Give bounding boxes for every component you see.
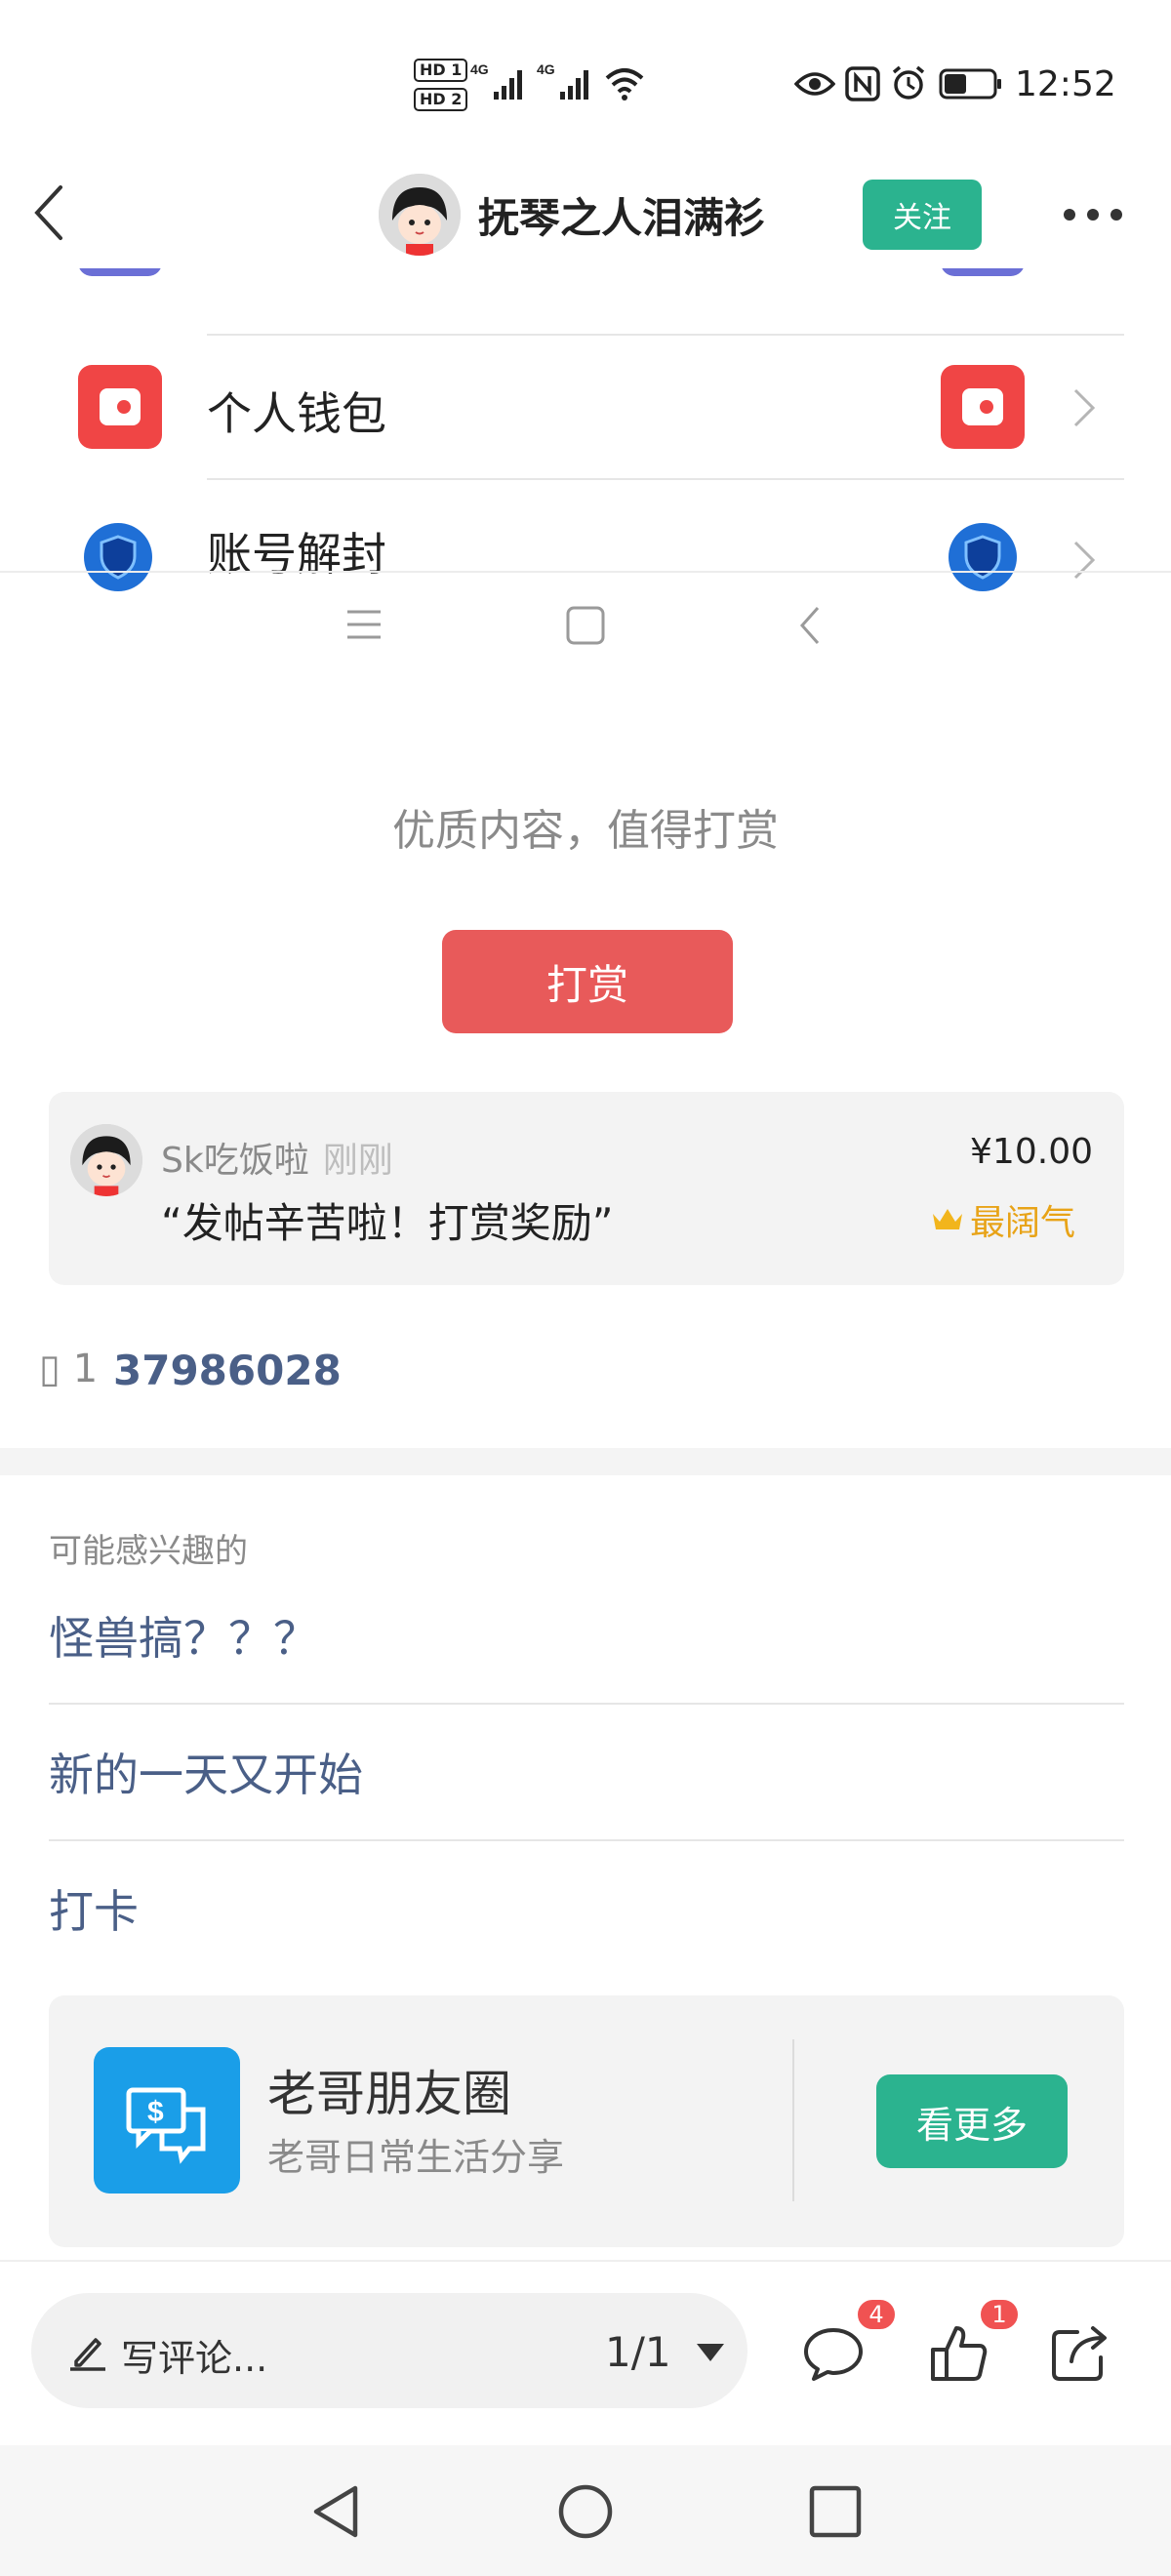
pencil-icon: [70, 2338, 105, 2371]
comment-icon[interactable]: [802, 2322, 865, 2385]
reward-button[interactable]: 打赏: [442, 930, 733, 1033]
svg-text:4G: 4G: [470, 61, 489, 77]
svg-text:4G: 4G: [537, 61, 555, 77]
system-nav-bar: [0, 2445, 1171, 2576]
embedded-nav-bar: [0, 571, 1171, 678]
cartoon-face-icon: [70, 1124, 142, 1196]
author-avatar[interactable]: [379, 174, 461, 256]
nav-back-icon[interactable]: [308, 2482, 363, 2541]
page-indicator[interactable]: 1/1: [605, 2328, 671, 2376]
embed-row-label: 个人钱包: [207, 387, 386, 440]
generous-badge: 最阔气: [931, 1194, 1075, 1245]
reward-prompt: 优质内容，值得打赏: [392, 806, 779, 856]
back-triangle-icon: [799, 607, 820, 644]
eye-icon: [794, 72, 835, 96]
like-count-badge: 1: [978, 2297, 1021, 2332]
page-title: 抚琴之人泪满衫: [478, 194, 766, 242]
nav-home-icon[interactable]: [556, 2482, 615, 2541]
like-icon[interactable]: [927, 2322, 989, 2385]
post-id-number: 37986028: [113, 1347, 342, 1394]
group-description: 老哥日常生活分享: [267, 2136, 565, 2179]
tip-time: 刚刚: [322, 1141, 393, 1181]
tipper-name-line: Sk吃饭啦 刚刚: [161, 1132, 393, 1183]
vertical-divider: [792, 2039, 794, 2201]
menu-icon: [347, 610, 381, 639]
partial-app-icon: [78, 268, 162, 276]
wallet-icon: [941, 365, 1025, 449]
related-post-link[interactable]: 怪兽搞？？？: [49, 1568, 1124, 1703]
nfc-icon: [845, 66, 880, 101]
see-more-button[interactable]: 看更多: [876, 2074, 1068, 2168]
section-separator: [0, 1448, 1171, 1475]
tip-message: “发帖辛苦啦！打赏奖励”: [161, 1199, 614, 1247]
related-post-link[interactable]: 新的一天又开始: [49, 1705, 1124, 1839]
comment-placeholder[interactable]: 写评论...: [121, 2328, 267, 2382]
tip-amount: ¥10.00: [970, 1132, 1093, 1172]
nav-recents-icon[interactable]: [808, 2484, 863, 2539]
tipper-name[interactable]: Sk吃饭啦: [161, 1141, 309, 1181]
wifi-icon: [605, 68, 644, 101]
dropdown-arrow-icon[interactable]: [695, 2342, 726, 2363]
chat-money-icon: $: [94, 2047, 240, 2194]
embed-row-wallet: 个人钱包: [0, 336, 1171, 478]
status-bar: HD 1 HD 2 4G 4G 12:52: [0, 0, 1171, 166]
group-name: 老哥朋友圈: [267, 2066, 511, 2122]
comment-count-badge: 4: [855, 2297, 898, 2332]
more-options-icon[interactable]: [1064, 209, 1122, 222]
back-icon[interactable]: [29, 183, 68, 242]
related-post-link[interactable]: 打卡: [49, 1841, 1124, 1976]
sim2-badge: HD 2: [414, 88, 468, 111]
wallet-icon: [78, 365, 162, 449]
crown-icon: [933, 1209, 962, 1229]
share-icon[interactable]: [1048, 2322, 1110, 2385]
svg-text:$: $: [147, 2096, 164, 2128]
partial-app-icon-right: [941, 268, 1025, 276]
clock: 12:52: [1015, 64, 1116, 104]
related-heading: 可能感兴趣的: [49, 1532, 248, 1571]
tipper-avatar[interactable]: [70, 1124, 142, 1196]
sim-indicators: HD 1 HD 2: [414, 57, 468, 115]
generous-badge-label: 最阔气: [970, 1203, 1076, 1243]
sim1-badge: HD 1: [414, 59, 468, 82]
square-icon: [566, 606, 605, 645]
signal2-icon: 4G: [537, 61, 588, 100]
embedded-screenshot: 个人钱包 账号解封: [0, 268, 1171, 678]
tip-card[interactable]: [49, 1092, 1124, 1285]
chevron-right-icon: [1073, 388, 1096, 427]
battery-icon: [939, 68, 1001, 100]
alarm-icon: [892, 65, 925, 100]
tip-count: ▯ 1: [39, 1347, 99, 1391]
follow-button[interactable]: 关注: [863, 180, 982, 250]
cartoon-face-icon: [379, 174, 461, 256]
signal1-icon: 4G: [470, 61, 522, 100]
